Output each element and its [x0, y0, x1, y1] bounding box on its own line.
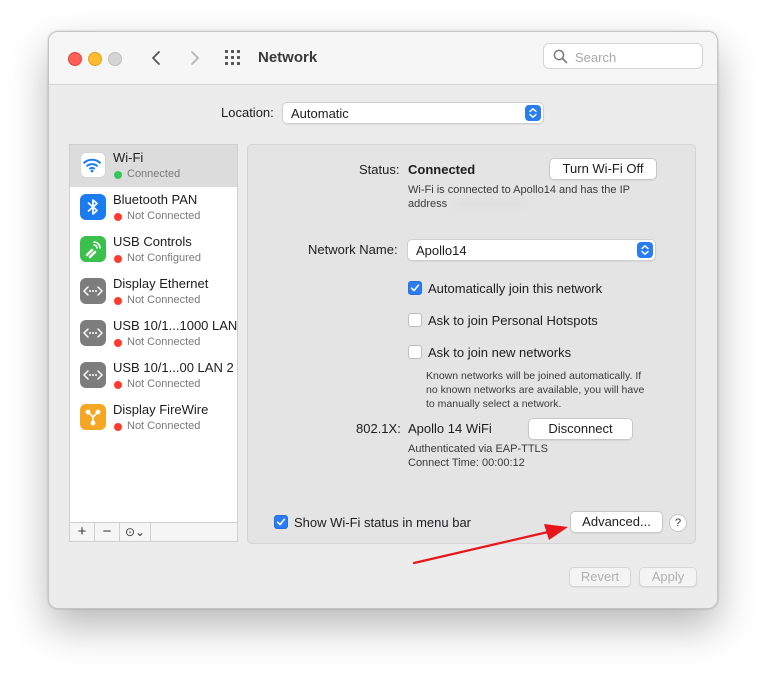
checkmark-icon: [276, 518, 286, 526]
status-dot: [114, 423, 122, 431]
show-wifi-status-checkbox[interactable]: [274, 515, 288, 529]
service-item-wifi[interactable]: Wi-Fi Connected: [70, 145, 237, 187]
network-name-popup[interactable]: Apollo14: [407, 239, 656, 261]
service-status: Not Connected: [127, 294, 201, 306]
advanced-button[interactable]: Advanced...: [570, 511, 663, 533]
service-name: Display Ethernet: [113, 276, 209, 291]
wifi-icon: [80, 152, 106, 178]
location-value: Automatic: [291, 106, 349, 121]
help-button[interactable]: ?: [669, 514, 687, 532]
dot1x-label: 802.1X:: [356, 421, 401, 436]
service-name: Display FireWire: [113, 402, 209, 417]
auto-join-checkbox[interactable]: [408, 281, 422, 295]
updown-arrows-icon: [525, 105, 541, 121]
back-button[interactable]: [146, 46, 168, 70]
service-item-display-firewire[interactable]: Display FireWire Not Connected: [70, 397, 237, 439]
status-description-line2: address: [408, 198, 448, 210]
service-status: Not Connected: [127, 210, 201, 222]
service-status: Connected: [127, 168, 181, 180]
status-dot: [114, 381, 122, 389]
service-status: Not Connected: [127, 420, 201, 432]
service-item-display-ethernet[interactable]: Display Ethernet Not Connected: [70, 271, 237, 313]
service-name: USB Controls: [113, 234, 192, 249]
firewire-icon: [80, 404, 106, 430]
status-value: Connected: [408, 162, 476, 177]
close-button[interactable]: [68, 52, 82, 66]
service-name: USB 10/1...1000 LAN: [113, 318, 238, 333]
known-networks-note-line3: to manually select a network.: [426, 398, 562, 410]
status-dot: [114, 297, 122, 305]
known-networks-note-line2: no known networks are available, you wil…: [426, 384, 645, 396]
show-all-button[interactable]: [224, 49, 244, 67]
apply-button[interactable]: Apply: [639, 567, 697, 587]
service-item-bluetooth-pan[interactable]: Bluetooth PAN Not Connected: [70, 187, 237, 229]
chevron-left-icon: [152, 51, 160, 65]
service-name: Wi-Fi: [113, 150, 144, 165]
remove-service-button[interactable]: −: [95, 523, 120, 541]
add-service-button[interactable]: +: [70, 523, 95, 541]
service-status: Not Configured: [127, 252, 201, 264]
service-name: USB 10/1...00 LAN 2: [113, 360, 234, 375]
bluetooth-icon: [80, 194, 106, 220]
service-item-usb-lan-2[interactable]: USB 10/1...00 LAN 2 Not Connected: [70, 355, 237, 397]
ethernet-icon: [80, 362, 106, 388]
usb-controls-icon: [80, 236, 106, 262]
titlebar: Network: [49, 32, 717, 85]
checkmark-icon: [410, 284, 420, 292]
revert-button[interactable]: Revert: [569, 567, 631, 587]
grid-icon: [225, 50, 240, 65]
status-dot: [114, 171, 122, 179]
chevron-right-icon: [191, 51, 199, 65]
ask-new-networks-label: Ask to join new networks: [428, 345, 572, 360]
action-menu-button[interactable]: ⊙⌄: [120, 523, 151, 541]
service-list: Wi-Fi Connected Bluetooth PAN Not Connec…: [69, 144, 238, 542]
status-dot: [114, 213, 122, 221]
search-input[interactable]: [573, 47, 697, 67]
service-status: Not Connected: [127, 336, 201, 348]
ask-new-networks-checkbox[interactable]: [408, 345, 422, 359]
forward-button[interactable]: [183, 46, 205, 70]
known-networks-note-line1: Known networks will be joined automatica…: [426, 370, 642, 382]
detail-panel: Status: Connected Turn Wi-Fi Off Wi-Fi i…: [247, 144, 696, 544]
auto-join-label: Automatically join this network: [428, 281, 603, 296]
updown-arrows-icon: [637, 242, 653, 258]
disconnect-button[interactable]: Disconnect: [528, 418, 633, 440]
minimize-button[interactable]: [88, 52, 102, 66]
status-description-line1: Wi-Fi is connected to Apollo14 and has t…: [408, 184, 630, 196]
status-dot: [114, 339, 122, 347]
network-preferences-window: Network Location: Automatic: [48, 31, 718, 609]
location-label: Location:: [221, 105, 274, 120]
status-label: Status:: [359, 162, 400, 177]
search-icon: [553, 49, 568, 64]
service-name: Bluetooth PAN: [113, 192, 198, 207]
ethernet-icon: [80, 278, 106, 304]
turn-wifi-off-button[interactable]: Turn Wi-Fi Off: [549, 158, 657, 180]
ask-hotspots-checkbox[interactable]: [408, 313, 422, 327]
service-item-usb-controls[interactable]: USB Controls Not Configured: [70, 229, 237, 271]
search-field[interactable]: [543, 43, 703, 69]
service-status: Not Connected: [127, 378, 201, 390]
status-dot: [114, 255, 122, 263]
ask-hotspots-label: Ask to join Personal Hotspots: [428, 313, 598, 328]
window-title: Network: [258, 49, 318, 66]
connect-time: Connect Time: 00:00:12: [408, 457, 525, 469]
zoom-button[interactable]: [108, 52, 122, 66]
sidebar-toolbar: + − ⊙⌄: [69, 522, 238, 542]
dot1x-value: Apollo 14 WiFi: [408, 421, 492, 436]
ethernet-icon: [80, 320, 106, 346]
network-name-label: Network Name:: [308, 242, 398, 257]
network-name-value: Apollo14: [416, 243, 467, 258]
auth-method: Authenticated via EAP-TTLS: [408, 443, 549, 455]
location-popup[interactable]: Automatic: [282, 102, 544, 124]
redacted-ip-address: [454, 199, 524, 209]
service-item-usb-lan[interactable]: USB 10/1...1000 LAN Not Connected: [70, 313, 237, 355]
show-wifi-status-label: Show Wi-Fi status in menu bar: [294, 515, 472, 530]
